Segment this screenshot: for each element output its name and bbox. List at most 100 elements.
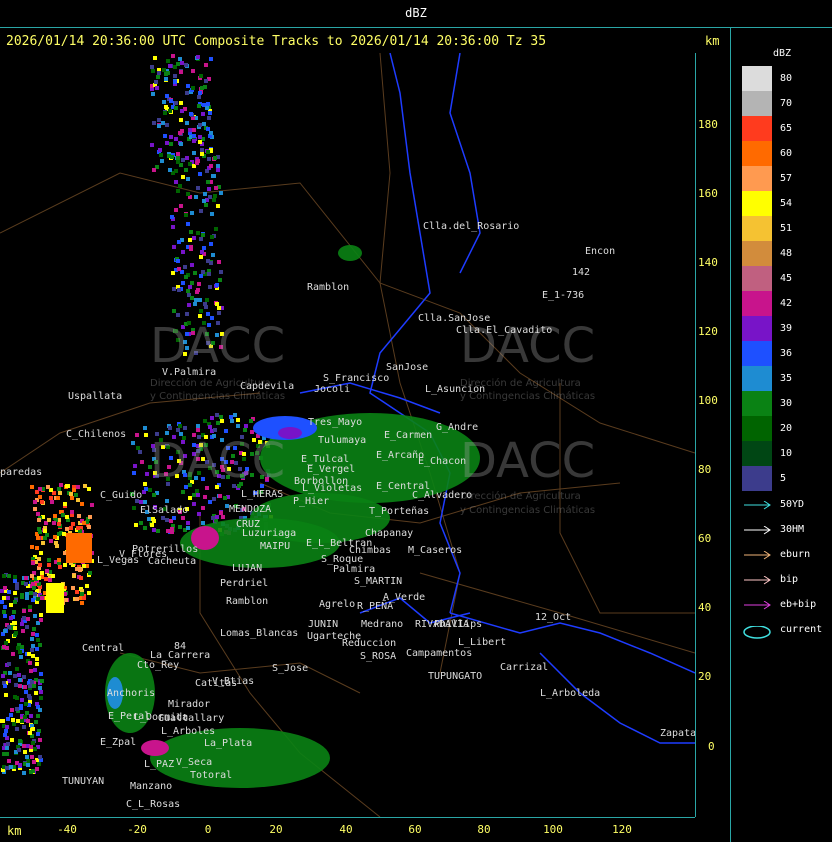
legend-swatch <box>742 441 772 466</box>
radar-echo-pixel <box>180 109 184 113</box>
map-place-label: Carrizal <box>500 662 549 673</box>
radar-echo-pixel <box>7 574 11 578</box>
radar-echo-pixel <box>186 289 190 293</box>
radar-echo-pixel <box>186 222 190 226</box>
radar-echo-pixel <box>152 528 156 532</box>
radar-echo-pixel <box>213 156 217 160</box>
map-place-label: V_Flores <box>119 549 168 560</box>
radar-echo-pixel <box>27 694 31 698</box>
legend-swatch-label: 20 <box>780 423 793 434</box>
map-place-label: C_Guido <box>100 490 143 501</box>
track-legend-label: eburn <box>780 549 811 560</box>
radar-echo-pixel <box>209 131 213 135</box>
radar-echo-pixel <box>196 231 200 235</box>
radar-echo-pixel <box>53 535 57 539</box>
x-tick-label: 100 <box>543 823 563 836</box>
radar-echo-pixel <box>199 255 203 259</box>
radar-echo-pixel <box>176 259 180 263</box>
radar-echo-pixel <box>74 493 78 497</box>
radar-echo-pixel <box>200 250 204 254</box>
radar-echo-pixel <box>180 61 184 65</box>
radar-echo-pixel <box>47 558 51 562</box>
radar-echo-pixel <box>202 199 206 203</box>
radar-echo-pixel <box>200 86 204 90</box>
radar-echo-pixel <box>0 719 4 723</box>
radar-map[interactable]: DACC Dirección de Agricultura y Continge… <box>0 53 695 817</box>
radar-echo-pixel <box>158 148 162 152</box>
radar-echo-pixel <box>223 496 227 500</box>
radar-echo-pixel <box>218 494 222 498</box>
map-place-label: E_Carmen <box>384 430 433 441</box>
radar-echo-pixel <box>209 242 213 246</box>
radar-echo-pixel <box>30 485 34 489</box>
radar-echo-pixel <box>16 719 20 723</box>
radar-echo-pixel <box>65 515 69 519</box>
radar-echo-pixel <box>39 618 43 622</box>
map-place-label: MENDOZA <box>229 504 272 515</box>
y-tick-label: 80 <box>698 463 712 476</box>
radar-echo-pixel <box>203 495 207 499</box>
radar-echo-pixel <box>40 679 44 683</box>
radar-echo-pixel <box>13 591 17 595</box>
radar-echo-pixel <box>143 526 147 530</box>
radar-echo-pixel <box>205 106 209 110</box>
radar-echo-pixel <box>57 522 61 526</box>
radar-echo-pixel <box>204 203 208 207</box>
map-place-label: Lomas_Blancas <box>220 628 299 639</box>
legend-swatch-label: 70 <box>780 98 793 109</box>
radar-echo-pixel <box>37 576 41 580</box>
radar-echo-pixel <box>38 530 42 534</box>
radar-echo-pixel <box>32 760 36 764</box>
legend-swatch-label: 35 <box>780 373 793 384</box>
radar-echo-pixel <box>8 671 12 675</box>
map-place-label: La_Plata <box>204 738 253 749</box>
radar-echo-pixel <box>82 521 86 525</box>
x-tick-label: 0 <box>204 823 212 836</box>
radar-echo-pixel <box>150 143 154 147</box>
radar-echo-pixel <box>191 69 195 73</box>
map-place-label: V_Seca <box>176 757 213 768</box>
arrow-icon <box>744 551 771 560</box>
radar-echo-pixel <box>6 717 10 721</box>
radar-echo-pixel <box>49 496 53 500</box>
radar-echo-pixel <box>174 137 178 141</box>
radar-echo-pixel <box>190 296 194 300</box>
radar-echo-pixel <box>168 64 172 68</box>
radar-echo-pixel <box>70 496 74 500</box>
legend-title: dBZ <box>773 48 792 59</box>
radar-echo-pixel <box>212 497 216 501</box>
track-legend-label: 50YD <box>780 499 805 510</box>
radar-echo-pixel <box>160 159 164 163</box>
radar-echo-pixel <box>2 610 6 614</box>
y-tick-label: 0 <box>708 740 715 753</box>
radar-echo-pixel <box>4 729 8 733</box>
radar-echo-pixel <box>88 515 92 519</box>
watermark-brand: DACC <box>150 318 286 374</box>
radar-echo-pixel <box>25 755 29 759</box>
radar-echo-pixel <box>199 209 203 213</box>
radar-echo-pixel <box>171 54 175 58</box>
radar-echo-pixel <box>201 112 205 116</box>
radar-echo-pixel <box>39 696 43 700</box>
radar-echo-pixel <box>51 574 55 578</box>
radar-echo-pixel <box>165 123 169 127</box>
radar-echo-pixel <box>6 596 10 600</box>
radar-echo-pixel <box>15 727 19 731</box>
radar-echo-pixel <box>170 155 174 159</box>
radar-echo-pixel <box>40 500 44 504</box>
radar-echo-pixel <box>152 168 156 172</box>
radar-echo-pixel <box>178 184 182 188</box>
radar-echo-pixel <box>29 669 33 673</box>
radar-echo-pixel <box>207 187 211 191</box>
map-place-label: V_Btias <box>212 676 255 687</box>
legend-swatch <box>742 66 772 91</box>
map-place-label: L_Arboleda <box>540 688 601 699</box>
radar-echo-pixel <box>18 678 22 682</box>
radar-echo-pixel <box>13 579 17 583</box>
radar-echo-pixel <box>157 71 161 75</box>
x-tick-label: 60 <box>408 823 422 836</box>
legend-swatch-label: 57 <box>780 173 793 184</box>
radar-echo-pixel <box>200 148 204 152</box>
map-place-label: JUNIN <box>308 619 339 630</box>
radar-echo-pixel <box>181 281 185 285</box>
